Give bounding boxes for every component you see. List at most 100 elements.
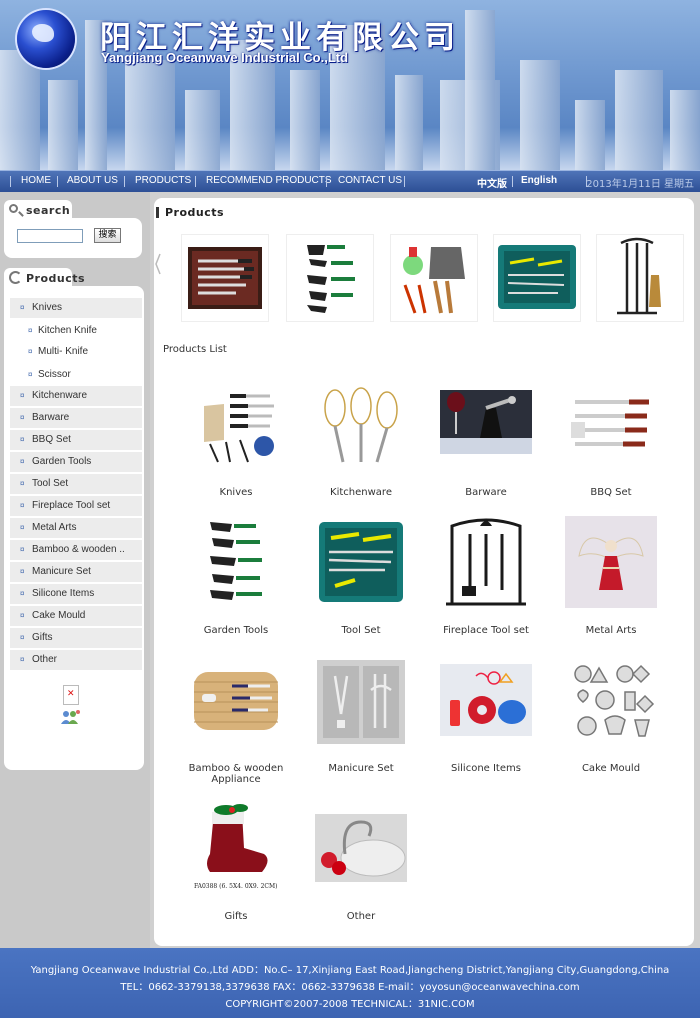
footer-address: Yangjiang Oceanwave Industrial Co.,Ltd A… [30,965,670,976]
showcase-thumbnail[interactable] [596,234,684,322]
category-label: Metal Arts [32,522,77,533]
nav-contact-us[interactable]: CONTACT US [338,175,402,186]
category-label: Scissor [38,369,71,380]
category-label: BBQ Set [32,434,71,445]
product-card-tool-set[interactable]: Tool Set [301,516,421,636]
product-card-cake-mould[interactable]: Cake Mould [551,654,671,774]
category-item-cake-mould[interactable]: ¤ Cake Mould [10,606,142,626]
product-name[interactable]: Manicure Set [301,763,421,774]
bullet-icon: ¤ [20,523,25,532]
product-card-fireplace-tool-set[interactable]: Fireplace Tool set [426,516,546,636]
product-name[interactable]: Knives [176,487,296,498]
category-item-knives[interactable]: ¤ Knives [10,298,142,318]
category-item-garden-tools[interactable]: ¤ Garden Tools [10,452,142,472]
bullet-icon: ¤ [28,370,33,379]
product-name[interactable]: Tool Set [301,625,421,636]
current-date: 2013年1月11日 星期五 [586,179,694,190]
bullet-icon: ¤ [20,655,25,664]
product-card-bamboo-wooden[interactable]: Bamboo & wooden Appliance [176,654,296,785]
product-name[interactable]: Metal Arts [551,625,671,636]
category-item-manicure-set[interactable]: ¤ Manicure Set [10,562,142,582]
product-card-gifts[interactable]: FA0388 (6. 5X4. 0X9. 2CM) Gifts [176,802,296,922]
city-building [395,75,423,170]
product-card-barware[interactable]: Barware [426,378,546,498]
search-input[interactable] [17,229,83,243]
product-name[interactable]: BBQ Set [551,487,671,498]
product-name[interactable]: Fireplace Tool set [426,625,546,636]
products-list-title: Products List [163,344,227,355]
showcase-thumbnail[interactable] [181,234,269,322]
product-image[interactable] [315,654,407,746]
category-item-barware[interactable]: ¤ Barware [10,408,142,428]
category-item-kitchen-knife[interactable]: ¤ Kitchen Knife [10,321,142,341]
product-card-manicure-set[interactable]: Manicure Set [301,654,421,774]
city-building [670,90,700,170]
footer: Yangjiang Oceanwave Industrial Co.,Ltd A… [0,948,700,1018]
product-card-silicone-items[interactable]: Silicone Items [426,654,546,774]
recycle-icon [9,271,22,284]
product-name[interactable]: Garden Tools [176,625,296,636]
product-name[interactable]: Silicone Items [426,763,546,774]
nav-divider [326,176,327,187]
showcase-thumbnail[interactable] [390,234,478,322]
product-card-garden-tools[interactable]: Garden Tools [176,516,296,636]
scroll-arrow-left-icon[interactable] [154,234,162,322]
lang-chinese-link[interactable]: 中文版 [477,175,507,190]
bullet-icon: ¤ [20,479,25,488]
category-item-silicone-items[interactable]: ¤ Silicone Items [10,584,142,604]
product-name[interactable]: Bamboo & wooden Appliance [176,763,296,785]
product-card-bbq-set[interactable]: BBQ Set [551,378,671,498]
product-name[interactable]: Gifts [176,911,296,922]
product-image[interactable] [565,516,657,608]
category-item-bbq-set[interactable]: ¤ BBQ Set [10,430,142,450]
product-name[interactable]: Kitchenware [301,487,421,498]
nav-divider [404,176,405,187]
category-item-gifts[interactable]: ¤ Gifts [10,628,142,648]
product-card-kitchenware[interactable]: Kitchenware [301,378,421,498]
category-item-fireplace-tool-set[interactable]: ¤ Fireplace Tool set [10,496,142,516]
lang-english-link[interactable]: English [521,175,557,186]
product-name[interactable]: Cake Mould [551,763,671,774]
product-image[interactable]: FA0388 (6. 5X4. 0X9. 2CM) [190,802,282,894]
products-section-title: Products [155,206,225,219]
product-image[interactable] [315,516,407,608]
nav-home[interactable]: HOME [21,175,51,186]
product-image[interactable] [565,654,657,746]
product-card-metal-arts[interactable]: Metal Arts [551,516,671,636]
product-image[interactable] [315,802,407,894]
product-image[interactable] [190,654,282,746]
category-item-metal-arts[interactable]: ¤ Metal Arts [10,518,142,538]
product-image[interactable] [440,378,532,470]
product-image[interactable] [190,378,282,470]
nav-products[interactable]: PRODUCTS [135,175,191,186]
category-item-other[interactable]: ¤ Other [10,650,142,670]
category-item-multi-knife[interactable]: ¤ Multi- Knife [10,342,142,362]
product-card-other[interactable]: Other [301,802,421,922]
product-card-knives[interactable]: Knives [176,378,296,498]
nav-about-us[interactable]: ABOUT US [67,175,118,186]
category-label: Fireplace Tool set [32,500,111,511]
category-item-kitchenware[interactable]: ¤ Kitchenware [10,386,142,406]
product-image[interactable] [190,516,282,608]
product-image[interactable] [565,378,657,470]
product-image[interactable] [315,378,407,470]
category-label: Cake Mould [32,610,86,621]
bullet-icon: ¤ [20,303,25,312]
product-name[interactable]: Barware [426,487,546,498]
nav-divider [124,176,125,187]
nav-divider [195,176,196,187]
showcase-thumbnail[interactable] [493,234,581,322]
product-image[interactable] [440,516,532,608]
product-name[interactable]: Other [301,911,421,922]
category-item-scissor[interactable]: ¤ Scissor [10,365,142,385]
category-item-tool-set[interactable]: ¤ Tool Set [10,474,142,494]
category-item-bamboo-wooden[interactable]: ¤ Bamboo & wooden .. [10,540,142,560]
category-label: Gifts [32,632,53,643]
search-button[interactable]: 搜索 [94,228,121,243]
showcase-thumbnail[interactable] [286,234,374,322]
category-label: Barware [32,412,70,423]
nav-recommend-products[interactable]: RECOMMEND PRODUCTS [206,175,332,186]
nav-divider [512,176,513,187]
products-header: Products [4,268,85,288]
product-image[interactable] [440,654,532,746]
